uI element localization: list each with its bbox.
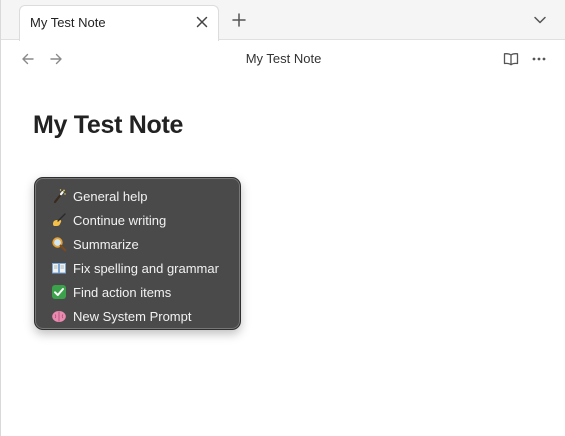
tab-title: My Test Note xyxy=(30,15,106,30)
view-header-title[interactable]: My Test Note xyxy=(1,51,565,66)
obsidian-window: My Test Note My Test Note My Test Note G… xyxy=(0,0,565,436)
close-icon[interactable] xyxy=(194,14,210,30)
open-book-icon xyxy=(51,260,67,276)
view-header: My Test Note xyxy=(1,40,565,78)
menu-item-label: Fix spelling and grammar xyxy=(73,260,219,276)
menu-item-label: General help xyxy=(73,188,148,204)
menu-item-continue-writing[interactable]: Continue writing xyxy=(35,208,240,232)
menu-item-find-action-items[interactable]: Find action items xyxy=(35,280,240,304)
book-open-icon[interactable] xyxy=(502,50,520,68)
tab-bar: My Test Note xyxy=(1,0,565,41)
magic-wand-icon xyxy=(51,188,67,204)
writing-hand-icon xyxy=(51,212,67,228)
menu-item-fix-spelling-and-grammar[interactable]: Fix spelling and grammar xyxy=(35,256,240,280)
check-mark-button-icon xyxy=(51,284,67,300)
menu-item-label: Summarize xyxy=(73,236,139,252)
more-horizontal-icon[interactable] xyxy=(530,50,548,68)
menu-item-general-help[interactable]: General help xyxy=(35,184,240,208)
brain-icon xyxy=(51,308,67,324)
tab-my-test-note[interactable]: My Test Note xyxy=(19,5,219,41)
menu-item-new-system-prompt[interactable]: New System Prompt xyxy=(35,304,240,328)
menu-item-label: Continue writing xyxy=(73,212,167,228)
menu-item-label: Find action items xyxy=(73,284,172,300)
magnifying-glass-icon xyxy=(51,236,67,252)
plus-icon[interactable] xyxy=(230,11,248,29)
menu-item-summarize[interactable]: Summarize xyxy=(35,232,240,256)
note-title[interactable]: My Test Note xyxy=(33,111,183,140)
menu-item-label: New System Prompt xyxy=(73,308,192,324)
ai-command-menu: General help Continue writing Summarize xyxy=(34,177,241,330)
chevron-down-icon[interactable] xyxy=(532,12,548,28)
